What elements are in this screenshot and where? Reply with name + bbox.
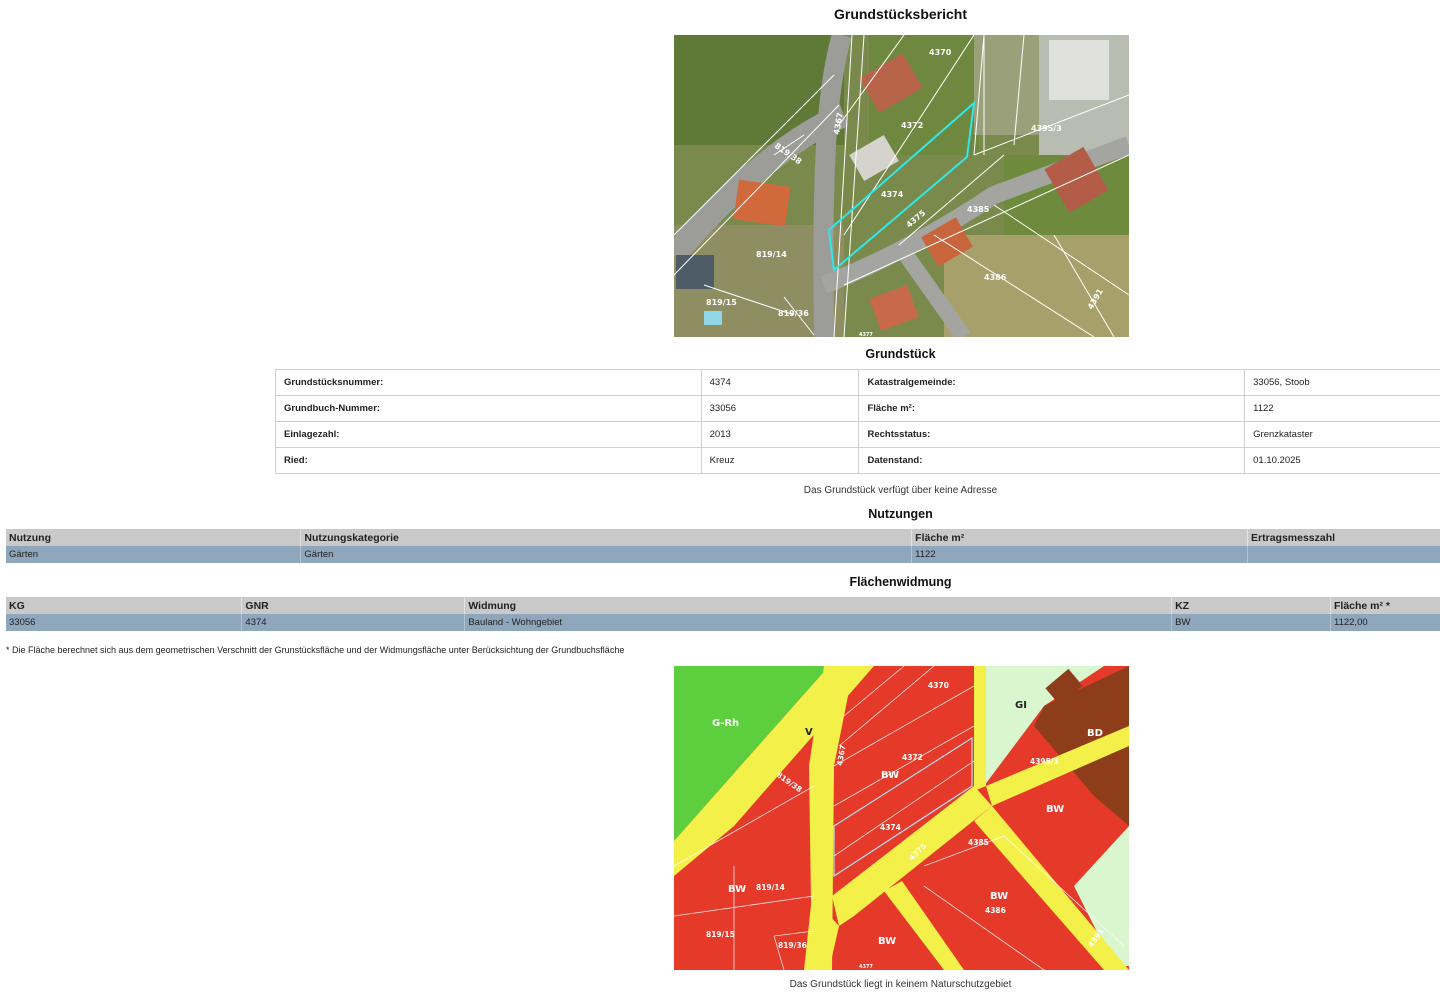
report-title: Grundstücksbericht xyxy=(833,6,968,22)
zoning-table: KG GNR Widmung KZ Fläche m² * 33056 4374… xyxy=(6,597,1440,631)
address-note: Das Grundstück verfügt über keine Adress… xyxy=(803,485,998,496)
parcel-label: 819/14 xyxy=(756,883,785,892)
parcel-label: 4385 xyxy=(967,205,990,214)
label-parcel-number: Grundstücksnummer: xyxy=(275,369,702,396)
value-parcel-number: 4374 xyxy=(700,369,860,396)
parcel-label: 4374 xyxy=(881,190,904,199)
column-header: Widmung xyxy=(464,597,1173,614)
table-cell: Bauland - Wohngebiet xyxy=(464,614,1173,631)
column-header: Fläche m² * xyxy=(1330,597,1440,614)
zone-label: BW xyxy=(990,891,1008,902)
zone-label: BW xyxy=(878,936,896,947)
value-land-register-number: 33056 xyxy=(700,395,860,422)
zone-label: GI xyxy=(1015,700,1027,711)
table-cell: BW xyxy=(1171,614,1331,631)
usage-heading: Nutzungen xyxy=(868,507,933,521)
label-data-date: Datenstand: xyxy=(858,447,1246,474)
column-header: Nutzung xyxy=(6,529,302,546)
aerial-map-svg: 4370 4372 4374 4395/3 819/38 4367 4385 4… xyxy=(674,35,1129,337)
parcel-label: 4395/3 xyxy=(1031,124,1062,133)
column-header: Fläche m² xyxy=(911,529,1249,546)
label-land-register-number: Grundbuch-Nummer: xyxy=(275,395,702,422)
table-row: 33056 4374 Bauland - Wohngebiet BW 1122,… xyxy=(6,614,1440,631)
table-row: Ried: Kreuz Datenstand: 01.10.2025 xyxy=(275,447,1440,474)
column-header: KG xyxy=(6,597,243,614)
column-header: KZ xyxy=(1171,597,1331,614)
parcel-label: 4386 xyxy=(985,906,1006,915)
table-cell: Gärten xyxy=(300,546,913,563)
parcel-label: 819/15 xyxy=(706,298,737,307)
zoning-footnote: * Die Fläche berechnet sich aus dem geom… xyxy=(6,645,625,655)
aerial-map: 4370 4372 4374 4395/3 819/38 4367 4385 4… xyxy=(674,35,1129,337)
label-legal-status: Rechtsstatus: xyxy=(858,421,1246,448)
table-header-row: KG GNR Widmung KZ Fläche m² * xyxy=(6,597,1440,614)
parcel-label: 4385 xyxy=(968,838,989,847)
table-row: Einlagezahl: 2013 Rechtsstatus: Grenzkat… xyxy=(275,421,1440,448)
zone-label: BW xyxy=(1046,804,1064,815)
label-ried: Ried: xyxy=(275,447,702,474)
column-header: GNR xyxy=(241,597,466,614)
usage-table: Nutzung Nutzungskategorie Fläche m² Ertr… xyxy=(6,529,1440,563)
zone-label: BW xyxy=(728,884,746,895)
parcel-label: 4386 xyxy=(984,273,1007,282)
parcel-info-table: Grundstücksnummer: 4374 Katastralgemeind… xyxy=(275,369,1440,474)
zone-label: BW xyxy=(881,770,899,781)
parcel-label: 4372 xyxy=(901,121,923,130)
table-row: Gärten Gärten 1122 xyxy=(6,546,1440,563)
parcel-label: 4372 xyxy=(902,753,923,762)
zone-label: BD xyxy=(1087,728,1103,739)
table-cell: 1122 xyxy=(911,546,1249,563)
value-area: 1122 xyxy=(1244,395,1440,422)
value-cadastral-community: 33056, Stoob xyxy=(1244,369,1440,396)
label-cadastral-community: Katastralgemeinde: xyxy=(858,369,1246,396)
value-deposit-number: 2013 xyxy=(700,421,860,448)
table-row: Grundstücksnummer: 4374 Katastralgemeind… xyxy=(275,369,1440,396)
parcel-label: 4370 xyxy=(929,48,952,57)
table-row: Grundbuch-Nummer: 33056 Fläche m²: 1122 xyxy=(275,395,1440,422)
zone-label: G-Rh xyxy=(712,718,739,729)
zoning-map-svg: G-Rh V GI BD BW BW BW BW BW 4370 4372 43… xyxy=(674,666,1129,970)
table-cell: 33056 xyxy=(6,614,243,631)
table-cell: 4374 xyxy=(241,614,466,631)
parcel-label: 4395/3 xyxy=(1030,757,1059,766)
zoning-map: G-Rh V GI BD BW BW BW BW BW 4370 4372 43… xyxy=(674,666,1129,970)
parcel-label: 819/14 xyxy=(756,250,787,259)
protection-note: Das Grundstück liegt in keinem Naturschu… xyxy=(789,979,1012,990)
parcel-label: 4374 xyxy=(880,823,901,832)
table-cell: 1122,00 xyxy=(1330,614,1440,631)
zoning-heading: Flächenwidmung xyxy=(849,575,952,589)
table-header-row: Nutzung Nutzungskategorie Fläche m² Ertr… xyxy=(6,529,1440,546)
parcel-label: 819/36 xyxy=(778,309,809,318)
parcel-label: 4370 xyxy=(928,681,949,690)
parcel-label: 4377 xyxy=(859,964,873,970)
table-cell: Gärten xyxy=(6,546,302,563)
label-area: Fläche m²: xyxy=(858,395,1246,422)
table-cell xyxy=(1247,546,1440,563)
column-header: Nutzungskategorie xyxy=(300,529,913,546)
parcel-label: 819/36 xyxy=(778,941,807,950)
value-ried: Kreuz xyxy=(700,447,860,474)
label-deposit-number: Einlagezahl: xyxy=(275,421,702,448)
value-data-date: 01.10.2025 xyxy=(1244,447,1440,474)
parcel-label: 819/15 xyxy=(706,930,735,939)
zone-label: V xyxy=(805,727,813,738)
parcel-label: 4377 xyxy=(859,332,873,337)
value-legal-status: Grenzkataster xyxy=(1244,421,1440,448)
parcel-heading: Grundstück xyxy=(865,347,936,361)
column-header: Ertragsmesszahl xyxy=(1247,529,1440,546)
